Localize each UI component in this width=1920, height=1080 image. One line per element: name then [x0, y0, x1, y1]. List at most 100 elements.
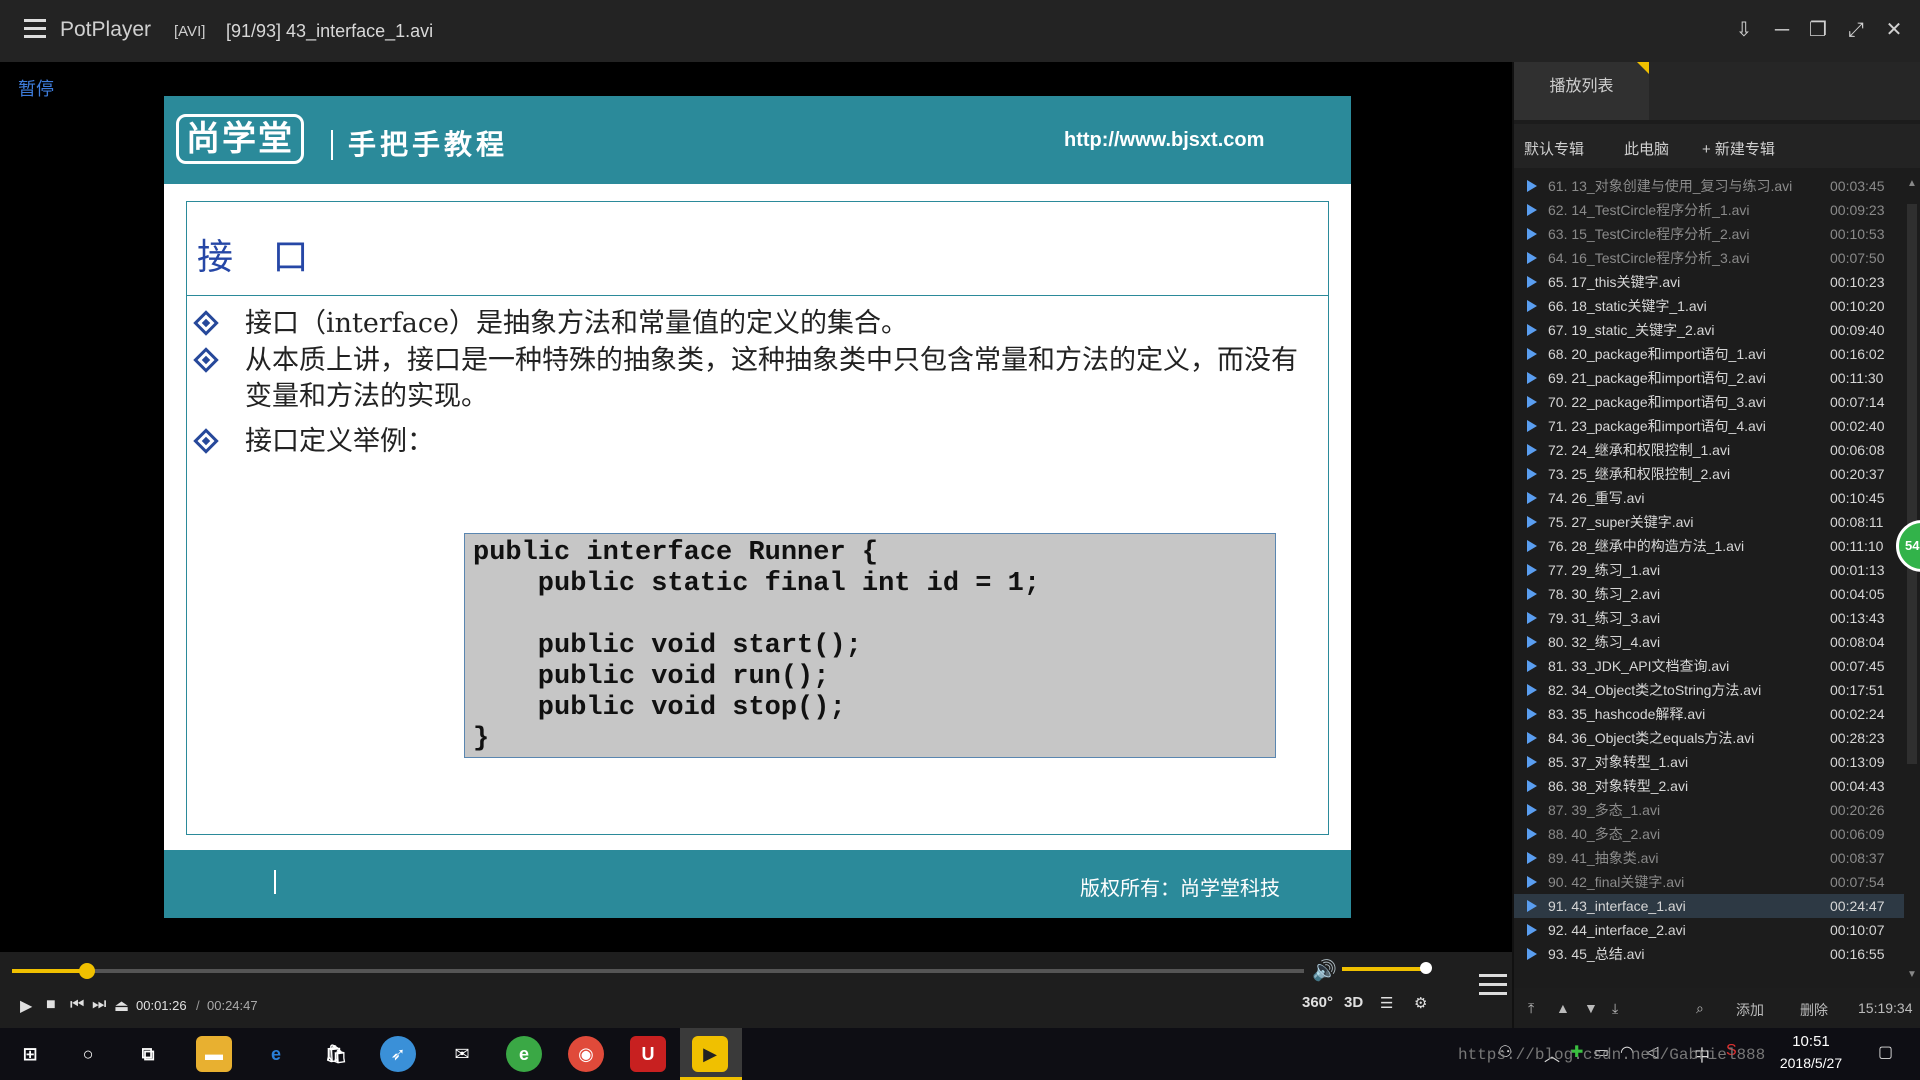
move-top-icon[interactable]: ⤒: [1528, 1000, 1534, 1017]
playlist-item[interactable]: 72. 24_继承和权限控制_1.avi 00:06:08: [1514, 438, 1906, 462]
store-icon[interactable]: 🛍: [318, 1036, 354, 1072]
playlist-item[interactable]: 84. 36_Object类之equals方法.avi 00:28:23: [1514, 726, 1906, 750]
playlist-item[interactable]: 62. 14_TestCircle程序分析_1.avi 00:09:23: [1514, 198, 1906, 222]
video-area[interactable]: 暂停 尚学堂 手把手教程 http://www.bjsxt.com 接 口 接口…: [0, 62, 1512, 952]
playlist-item[interactable]: 89. 41_抽象类.avi 00:08:37: [1514, 846, 1906, 870]
playlist-item[interactable]: 88. 40_多态_2.avi 00:06:09: [1514, 822, 1906, 846]
playlist-item[interactable]: 65. 17_this关键字.avi 00:10:23: [1514, 270, 1906, 294]
menu-icon[interactable]: [24, 19, 46, 41]
playlist-item[interactable]: 78. 30_练习_2.avi 00:04:05: [1514, 582, 1906, 606]
playlist-item[interactable]: 87. 39_多态_1.avi 00:20:26: [1514, 798, 1906, 822]
play-triangle-icon: [1527, 684, 1537, 696]
clock-time[interactable]: 10:51: [1766, 1033, 1856, 1050]
playlist-item[interactable]: 77. 29_练习_1.avi 00:01:13: [1514, 558, 1906, 582]
playlist-item[interactable]: 86. 38_对象转型_2.avi 00:04:43: [1514, 774, 1906, 798]
playlist-item[interactable]: 91. 43_interface_1.avi 00:24:47: [1514, 894, 1906, 918]
3d-button[interactable]: 3D: [1344, 994, 1363, 1011]
playlist-item[interactable]: 75. 27_super关键字.avi 00:08:11: [1514, 510, 1906, 534]
playlist-tabs: 播放列表: [1514, 62, 1920, 120]
playlist-item[interactable]: 66. 18_static关键字_1.avi 00:10:20: [1514, 294, 1906, 318]
pin-icon[interactable]: ⇩: [1730, 16, 1758, 44]
playlist-item[interactable]: 81. 33_JDK_API文档查询.avi 00:07:45: [1514, 654, 1906, 678]
move-bottom-icon[interactable]: ⤓: [1612, 1000, 1618, 1017]
vr-360-button[interactable]: 360°: [1302, 994, 1333, 1011]
play-triangle-icon: [1527, 396, 1537, 408]
move-up-icon[interactable]: ▲: [1556, 1000, 1570, 1016]
security-app-icon[interactable]: U: [630, 1036, 666, 1072]
chrome-icon[interactable]: ◉: [568, 1036, 604, 1072]
scroll-down-icon[interactable]: ▼: [1907, 969, 1917, 980]
eject-icon[interactable]: ⏏: [114, 996, 129, 1016]
settings-icon[interactable]: ⚙: [1414, 994, 1427, 1012]
volume-handle[interactable]: [1420, 962, 1432, 974]
playlist-item[interactable]: 92. 44_interface_2.avi 00:10:07: [1514, 918, 1906, 942]
playlist-item[interactable]: 90. 42_final关键字.avi 00:07:54: [1514, 870, 1906, 894]
playlist-item[interactable]: 80. 32_练习_4.avi 00:08:04: [1514, 630, 1906, 654]
watermark-text: https://blog.csdn.net/Gabriel888: [1458, 1046, 1766, 1064]
playlist-item[interactable]: 74. 26_重写.avi 00:10:45: [1514, 486, 1906, 510]
play-triangle-icon: [1527, 468, 1537, 480]
playlist-item-duration: 00:20:26: [1830, 802, 1885, 818]
play-icon[interactable]: ▶: [20, 996, 32, 1016]
play-triangle-icon: [1527, 876, 1537, 888]
add-button[interactable]: 添加: [1736, 1000, 1764, 1020]
play-triangle-icon: [1527, 204, 1537, 216]
playlist-item[interactable]: 67. 19_static_关键字_2.avi 00:09:40: [1514, 318, 1906, 342]
tab-playlist[interactable]: 播放列表: [1514, 62, 1649, 120]
playlist-item[interactable]: 79. 31_练习_3.avi 00:13:43: [1514, 606, 1906, 630]
playlist-item[interactable]: 70. 22_package和import语句_3.avi 00:07:14: [1514, 390, 1906, 414]
bullet-text: 从本质上讲，接口是一种特殊的抽象类，这种抽象类中只包含常量和方法的定义，而没有变…: [245, 345, 1298, 412]
seek-bar[interactable]: [12, 963, 1304, 979]
edge-browser-icon[interactable]: e: [258, 1036, 294, 1072]
delete-button[interactable]: 删除: [1800, 1000, 1828, 1020]
playlist-toggle-icon[interactable]: ☰: [1380, 994, 1393, 1012]
clock-date[interactable]: 2018/5/27: [1766, 1055, 1856, 1071]
potplayer-taskbar-icon[interactable]: ▶: [692, 1036, 728, 1072]
move-down-icon[interactable]: ▼: [1584, 1000, 1598, 1016]
file-explorer-icon[interactable]: ▬: [196, 1036, 232, 1072]
browser-360-icon[interactable]: e: [506, 1036, 542, 1072]
volume-icon[interactable]: 🔊: [1312, 958, 1337, 983]
restore-icon[interactable]: ❐: [1804, 16, 1832, 44]
next-icon[interactable]: ⏭: [92, 996, 106, 1014]
stop-icon[interactable]: ■: [46, 996, 56, 1014]
mail-icon[interactable]: ✉: [444, 1036, 480, 1072]
playlist-item-name: 85. 37_对象转型_1.avi: [1548, 754, 1689, 770]
playlist-item[interactable]: 73. 25_继承和权限控制_2.avi 00:20:37: [1514, 462, 1906, 486]
volume-slider[interactable]: [1342, 962, 1432, 974]
minimize-icon[interactable]: ─: [1768, 16, 1796, 44]
playlist-item[interactable]: 68. 20_package和import语句_1.avi 00:16:02: [1514, 342, 1906, 366]
playlist-item[interactable]: 82. 34_Object类之toString方法.avi 00:17:51: [1514, 678, 1906, 702]
menu-list-icon[interactable]: [1479, 974, 1507, 998]
close-icon[interactable]: ✕: [1880, 16, 1908, 44]
scroll-thumb[interactable]: [1907, 204, 1917, 764]
search-icon[interactable]: ⌕: [1696, 1000, 1704, 1017]
prev-icon[interactable]: ⏮: [70, 996, 84, 1014]
windows-start-icon[interactable]: ⊞: [12, 1036, 48, 1072]
task-view-icon[interactable]: ⧉: [130, 1036, 166, 1072]
album-new[interactable]: + 新建专辑: [1702, 138, 1775, 159]
album-default[interactable]: 默认专辑: [1524, 138, 1584, 159]
playlist-item-name: 92. 44_interface_2.avi: [1548, 922, 1686, 938]
playlist-list[interactable]: 61. 13_对象创建与使用_复习与练习.avi 00:03:45 62. 14_T…: [1514, 174, 1906, 984]
play-triangle-icon: [1527, 588, 1537, 600]
playlist-item[interactable]: 71. 23_package和import语句_4.avi 00:02:40: [1514, 414, 1906, 438]
playlist-item[interactable]: 64. 16_TestCircle程序分析_3.avi 00:07:50: [1514, 246, 1906, 270]
seek-handle[interactable]: [78, 963, 95, 979]
scroll-up-icon[interactable]: ▲: [1907, 178, 1917, 189]
playlist-item-duration: 00:02:40: [1830, 418, 1885, 434]
album-this-pc[interactable]: 此电脑: [1624, 138, 1669, 159]
playlist-item[interactable]: 93. 45_总结.avi 00:16:55: [1514, 942, 1906, 966]
playlist-item[interactable]: 83. 35_hashcode解释.avi 00:02:24: [1514, 702, 1906, 726]
playlist-scrollbar[interactable]: ▲ ▼: [1904, 174, 1920, 984]
playlist-item[interactable]: 69. 21_package和import语句_2.avi 00:11:30: [1514, 366, 1906, 390]
playlist-item[interactable]: 85. 37_对象转型_1.avi 00:13:09: [1514, 750, 1906, 774]
fullscreen-icon[interactable]: ⤢: [1842, 16, 1870, 44]
playlist-item[interactable]: 76. 28_继承中的构造方法_1.avi 00:11:10: [1514, 534, 1906, 558]
playlist-item-name: 76. 28_继承中的构造方法_1.avi: [1548, 538, 1745, 554]
notification-icon[interactable]: ▢: [1878, 1042, 1893, 1062]
cortana-icon[interactable]: ○: [70, 1036, 106, 1072]
playlist-item[interactable]: 63. 15_TestCircle程序分析_2.avi 00:10:53: [1514, 222, 1906, 246]
compass-app-icon[interactable]: ➶: [380, 1036, 416, 1072]
playlist-item[interactable]: 61. 13_对象创建与使用_复习与练习.avi 00:03:45: [1514, 174, 1906, 198]
